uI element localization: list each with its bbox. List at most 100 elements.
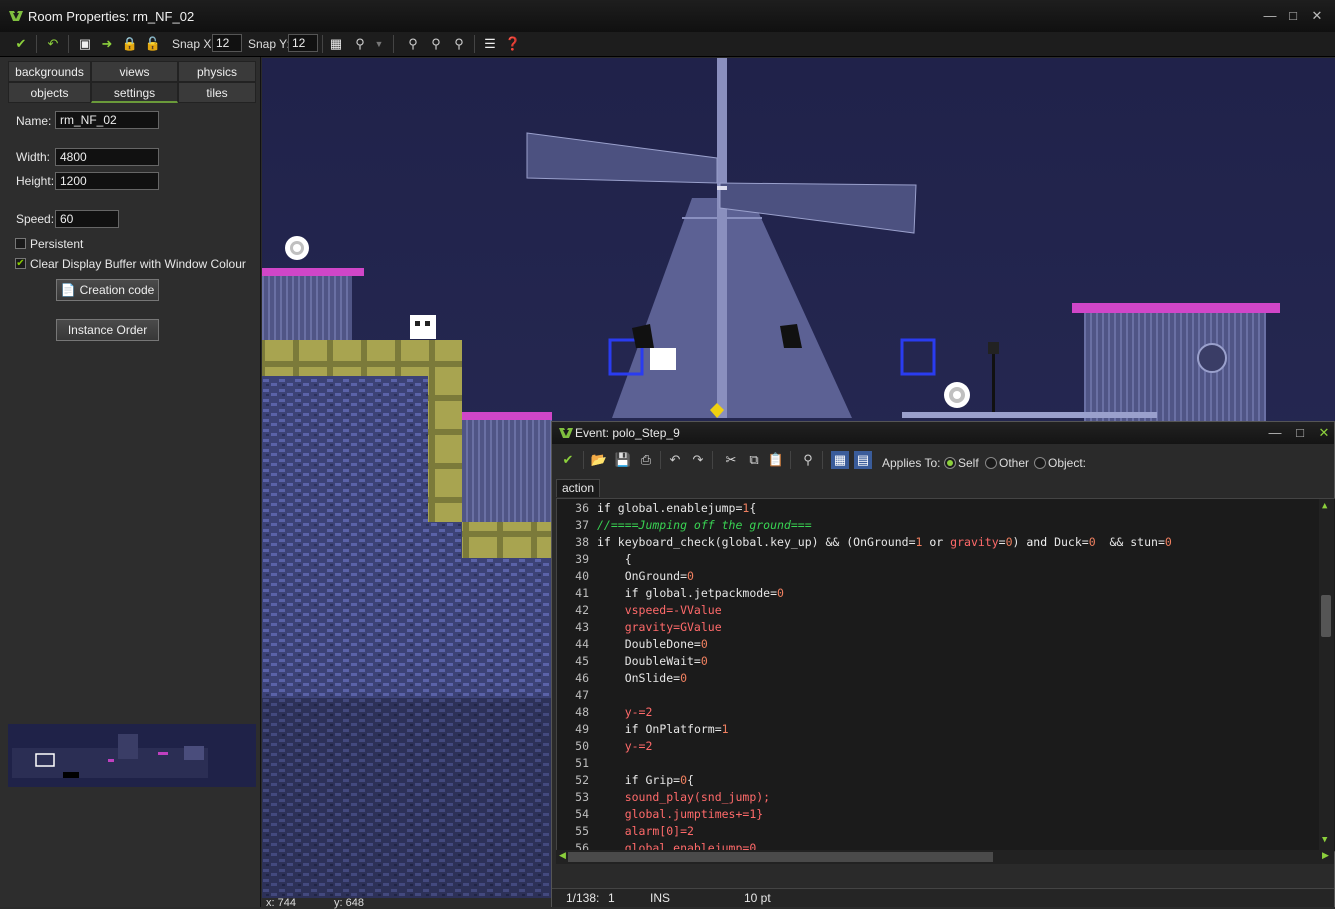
creation-code-label: Creation code (79, 283, 155, 297)
scroll-right-icon[interactable]: ▶ (1322, 850, 1329, 861)
lock-icon[interactable]: 🔒 (121, 35, 139, 53)
code-line: //====Jumping off the ground=== (597, 518, 812, 532)
shift-right-icon[interactable]: ➜ (98, 35, 116, 53)
code-line: global.jumptimes+=1} (597, 807, 764, 821)
help-icon[interactable]: ❓ (504, 35, 522, 53)
line-number: 42 (575, 603, 589, 617)
status-position: 1/138: (566, 891, 600, 905)
cursor-status: x: 744 y: 648 (262, 897, 562, 909)
open-icon[interactable]: 📂 (590, 451, 608, 469)
tab-physics[interactable]: physics (178, 61, 256, 82)
print-icon[interactable]: ⎙ (637, 451, 655, 469)
event-close-button[interactable]: ✕ (1315, 426, 1333, 440)
zoom-dropdown-icon[interactable]: ⚲ (351, 35, 369, 53)
code-line: OnSlide=0 (597, 671, 688, 685)
copy-icon[interactable]: ⧉ (745, 451, 763, 469)
status-font-size: 10 pt (744, 891, 771, 905)
name-input[interactable]: rm_NF_02 (55, 111, 159, 129)
unlock-icon[interactable]: 🔓 (144, 35, 162, 53)
document-icon: 📄 (60, 283, 76, 297)
cursor-y: y: 648 (334, 897, 364, 909)
redo-icon[interactable]: ↷ (689, 451, 707, 469)
instance-order-button[interactable]: Instance Order (56, 319, 159, 341)
code-line: if global.jetpackmode=0 (624, 586, 784, 600)
tab-objects[interactable]: objects (8, 82, 91, 103)
zoom-in-icon[interactable]: ⚲ (450, 35, 468, 53)
clear-buffer-checkbox[interactable]: ✔ (15, 258, 26, 269)
scroll-up-icon[interactable]: ▲ (1322, 501, 1327, 511)
event-window-title: Event: polo_Step_9 (575, 426, 680, 440)
snap-y-input[interactable]: 12 (288, 34, 318, 52)
undo-icon[interactable]: ↶ (666, 451, 684, 469)
show-functions-icon[interactable]: ▦ (831, 451, 849, 469)
show-script-icon[interactable]: ▤ (854, 451, 872, 469)
status-column: 1 (608, 891, 615, 905)
main-title-bar: Room Properties: rm_NF_02 — □ ✕ (0, 0, 1335, 33)
radio-self[interactable] (944, 457, 956, 469)
code-line: OnGround=0 (597, 569, 694, 583)
list-icon[interactable]: ☰ (481, 35, 499, 53)
radio-other-label: Other (999, 456, 1030, 470)
search-icon[interactable]: ⚲ (799, 451, 817, 469)
code-line: y-=2 (597, 705, 653, 719)
confirm-icon[interactable]: ✔ (12, 35, 30, 53)
speed-input[interactable]: 60 (55, 210, 119, 228)
clear-buffer-label: Clear Display Buffer with Window Colour (30, 257, 246, 271)
grid-icon[interactable]: ▦ (327, 35, 345, 53)
radio-object-label: Object: (1048, 456, 1087, 470)
code-line: alarm[0]=2 (597, 824, 694, 838)
line-number: 43 (575, 620, 589, 634)
code-line: { (597, 552, 632, 566)
room-minimap[interactable] (8, 724, 256, 787)
persistent-checkbox[interactable] (15, 238, 26, 249)
scroll-left-icon[interactable]: ◀ (559, 850, 566, 861)
line-number: 55 (575, 824, 589, 838)
minimize-button[interactable]: — (1261, 9, 1279, 23)
name-label: Name: (16, 114, 52, 128)
vertical-scroll-thumb[interactable] (1321, 595, 1331, 637)
tab-backgrounds[interactable]: backgrounds (8, 61, 91, 82)
code-line: gravity=GValue (597, 620, 722, 634)
tab-settings[interactable]: settings (91, 82, 178, 103)
tab-action[interactable]: action (556, 479, 600, 497)
creation-code-button[interactable]: 📄 Creation code (56, 279, 159, 301)
code-line: y-=2 (597, 739, 653, 753)
vertical-scrollbar[interactable]: ▲ ▼ (1319, 499, 1334, 851)
new-file-icon[interactable]: ▣ (76, 35, 94, 53)
snap-x-input[interactable]: 12 (212, 34, 242, 52)
line-number: 49 (575, 722, 589, 736)
cursor-x: x: 744 (266, 897, 296, 909)
height-input[interactable]: 1200 (55, 172, 159, 190)
event-minimize-button[interactable]: — (1266, 426, 1284, 440)
zoom-out-icon[interactable]: ⚲ (404, 35, 422, 53)
radio-other[interactable] (985, 457, 997, 469)
code-editor[interactable]: 36 if global.enablejump=1{37 //====Jumping… (556, 498, 1335, 852)
line-number: 38 (575, 535, 589, 549)
chevron-down-icon[interactable]: ▼ (370, 35, 388, 53)
line-number: 52 (575, 773, 589, 787)
width-input[interactable]: 4800 (55, 148, 159, 166)
radio-self-label: Self (958, 456, 979, 470)
paste-icon[interactable]: 📋 (767, 451, 785, 469)
event-maximize-button[interactable]: □ (1291, 426, 1309, 440)
maximize-button[interactable]: □ (1284, 9, 1302, 23)
line-number: 37 (575, 518, 589, 532)
code-line: if keyboard_check(global.key_up) && (OnG… (597, 535, 1172, 549)
confirm-icon[interactable]: ✔ (559, 451, 577, 469)
zoom-reset-icon[interactable]: ⚲ (427, 35, 445, 53)
undo-icon[interactable]: ↶ (44, 35, 62, 53)
line-number: 44 (575, 637, 589, 651)
speed-label: Speed: (16, 212, 55, 226)
radio-object[interactable] (1034, 457, 1046, 469)
close-button[interactable]: ✕ (1308, 9, 1326, 23)
tab-tiles[interactable]: tiles (178, 82, 256, 103)
horizontal-scroll-thumb[interactable] (568, 852, 993, 862)
horizontal-scrollbar[interactable]: ◀ ▶ (556, 850, 1334, 864)
line-number: 53 (575, 790, 589, 804)
tab-views[interactable]: views (91, 61, 178, 82)
save-icon[interactable]: 💾 (614, 451, 632, 469)
cut-icon[interactable]: ✂ (722, 451, 740, 469)
line-number: 50 (575, 739, 589, 753)
code-line: DoubleWait=0 (597, 654, 708, 668)
scroll-down-icon[interactable]: ▼ (1322, 835, 1327, 845)
